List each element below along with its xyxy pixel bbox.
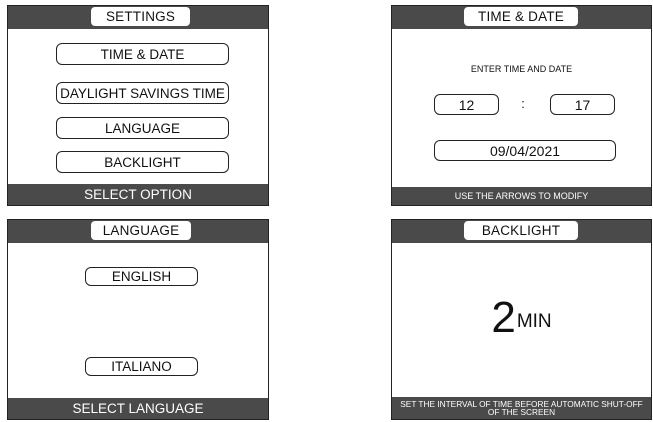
language-footer: SELECT LANGUAGE: [8, 398, 268, 419]
time-date-header: TIME & DATE: [392, 6, 651, 29]
language-screen: LANGUAGE ENGLISH ITALIANO SELECT LANGUAG…: [7, 219, 269, 420]
time-date-screen: TIME & DATE ENTER TIME AND DATE 12 : 17 …: [391, 5, 652, 206]
backlight-value-display[interactable]: 2 MIN: [392, 292, 651, 344]
backlight-footer: SET THE INTERVAL OF TIME BEFORE AUTOMATI…: [392, 397, 651, 419]
english-option[interactable]: ENGLISH: [85, 267, 198, 286]
minute-field[interactable]: 17: [550, 94, 615, 115]
hour-field[interactable]: 12: [434, 94, 499, 115]
time-date-title: TIME & DATE: [464, 7, 578, 26]
date-field[interactable]: 09/04/2021: [434, 140, 616, 161]
language-header: LANGUAGE: [8, 220, 268, 243]
daylight-savings-option[interactable]: DAYLIGHT SAVINGS TIME: [56, 82, 229, 104]
backlight-screen: BACKLIGHT 2 MIN SET THE INTERVAL OF TIME …: [391, 219, 652, 420]
backlight-option[interactable]: BACKLIGHT: [56, 151, 229, 173]
backlight-title: BACKLIGHT: [464, 221, 578, 240]
backlight-header: BACKLIGHT: [392, 220, 651, 243]
settings-footer: SELECT OPTION: [8, 184, 268, 205]
language-option[interactable]: LANGUAGE: [56, 117, 229, 139]
time-date-option[interactable]: TIME & DATE: [56, 43, 229, 65]
language-title: LANGUAGE: [91, 221, 191, 240]
backlight-unit: MIN: [516, 311, 552, 332]
settings-screen: SETTINGS TIME & DATE DAYLIGHT SAVINGS TI…: [7, 5, 269, 206]
time-date-footer: USE THE ARROWS TO MODIFY: [392, 187, 651, 205]
backlight-value: 2: [491, 293, 516, 342]
enter-time-prompt: ENTER TIME AND DATE: [470, 64, 573, 74]
italiano-option[interactable]: ITALIANO: [85, 357, 198, 376]
time-separator: :: [521, 96, 525, 111]
settings-title: SETTINGS: [91, 7, 190, 26]
settings-header: SETTINGS: [8, 6, 268, 29]
